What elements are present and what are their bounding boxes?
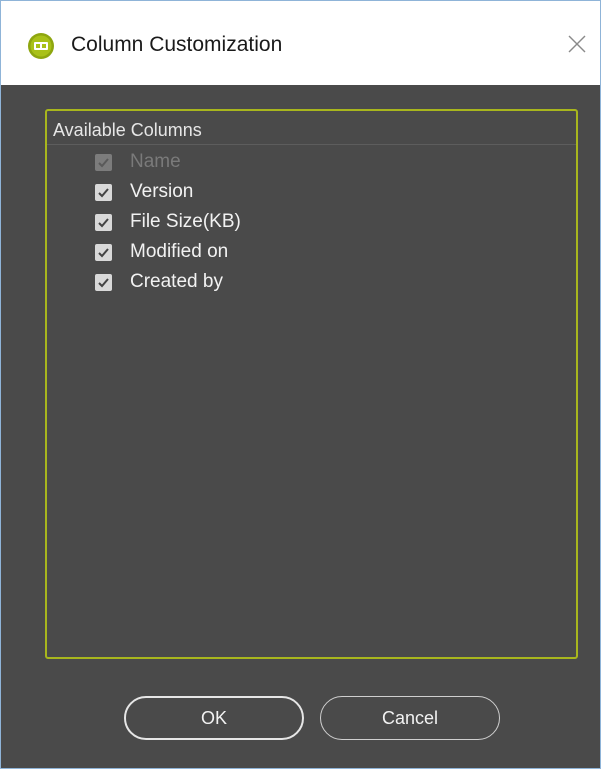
- column-customization-dialog: Column Customization Available Columns N…: [0, 0, 601, 769]
- title-bar: Column Customization: [1, 1, 600, 85]
- dialog-body: Available Columns Name Version File Size…: [1, 85, 600, 768]
- checkbox-created-by[interactable]: [95, 273, 112, 291]
- column-item-created-by[interactable]: Created by: [95, 267, 241, 297]
- column-list: Name Version File Size(KB) Modified on C…: [95, 147, 241, 297]
- column-item-version[interactable]: Version: [95, 177, 241, 207]
- checkbox-modified-on[interactable]: [95, 243, 112, 261]
- column-item-label: File Size(KB): [130, 211, 241, 232]
- column-item-label: Created by: [130, 271, 223, 292]
- checkbox-name: [95, 153, 112, 171]
- checkmark-icon: [98, 217, 109, 227]
- column-item-modified-on[interactable]: Modified on: [95, 237, 241, 267]
- checkbox-file-size[interactable]: [95, 213, 112, 231]
- column-item-label: Version: [130, 181, 194, 202]
- ok-button[interactable]: OK: [124, 696, 304, 740]
- dialog-title: Column Customization: [71, 33, 283, 56]
- checkmark-icon: [98, 247, 109, 257]
- close-icon[interactable]: [562, 29, 592, 59]
- app-logo-icon: [28, 33, 54, 59]
- column-item-label: Modified on: [130, 241, 229, 262]
- checkmark-icon: [98, 187, 109, 197]
- column-item-file-size[interactable]: File Size(KB): [95, 207, 241, 237]
- group-header: Available Columns: [53, 120, 202, 140]
- available-columns-group: Available Columns Name Version File Size…: [45, 109, 578, 659]
- cancel-button[interactable]: Cancel: [320, 696, 500, 740]
- divider: [47, 144, 576, 145]
- checkmark-icon: [98, 277, 109, 287]
- column-item-name: Name: [95, 147, 241, 177]
- checkbox-version[interactable]: [95, 183, 112, 201]
- checkmark-icon: [98, 157, 109, 167]
- column-item-label: Name: [130, 151, 181, 172]
